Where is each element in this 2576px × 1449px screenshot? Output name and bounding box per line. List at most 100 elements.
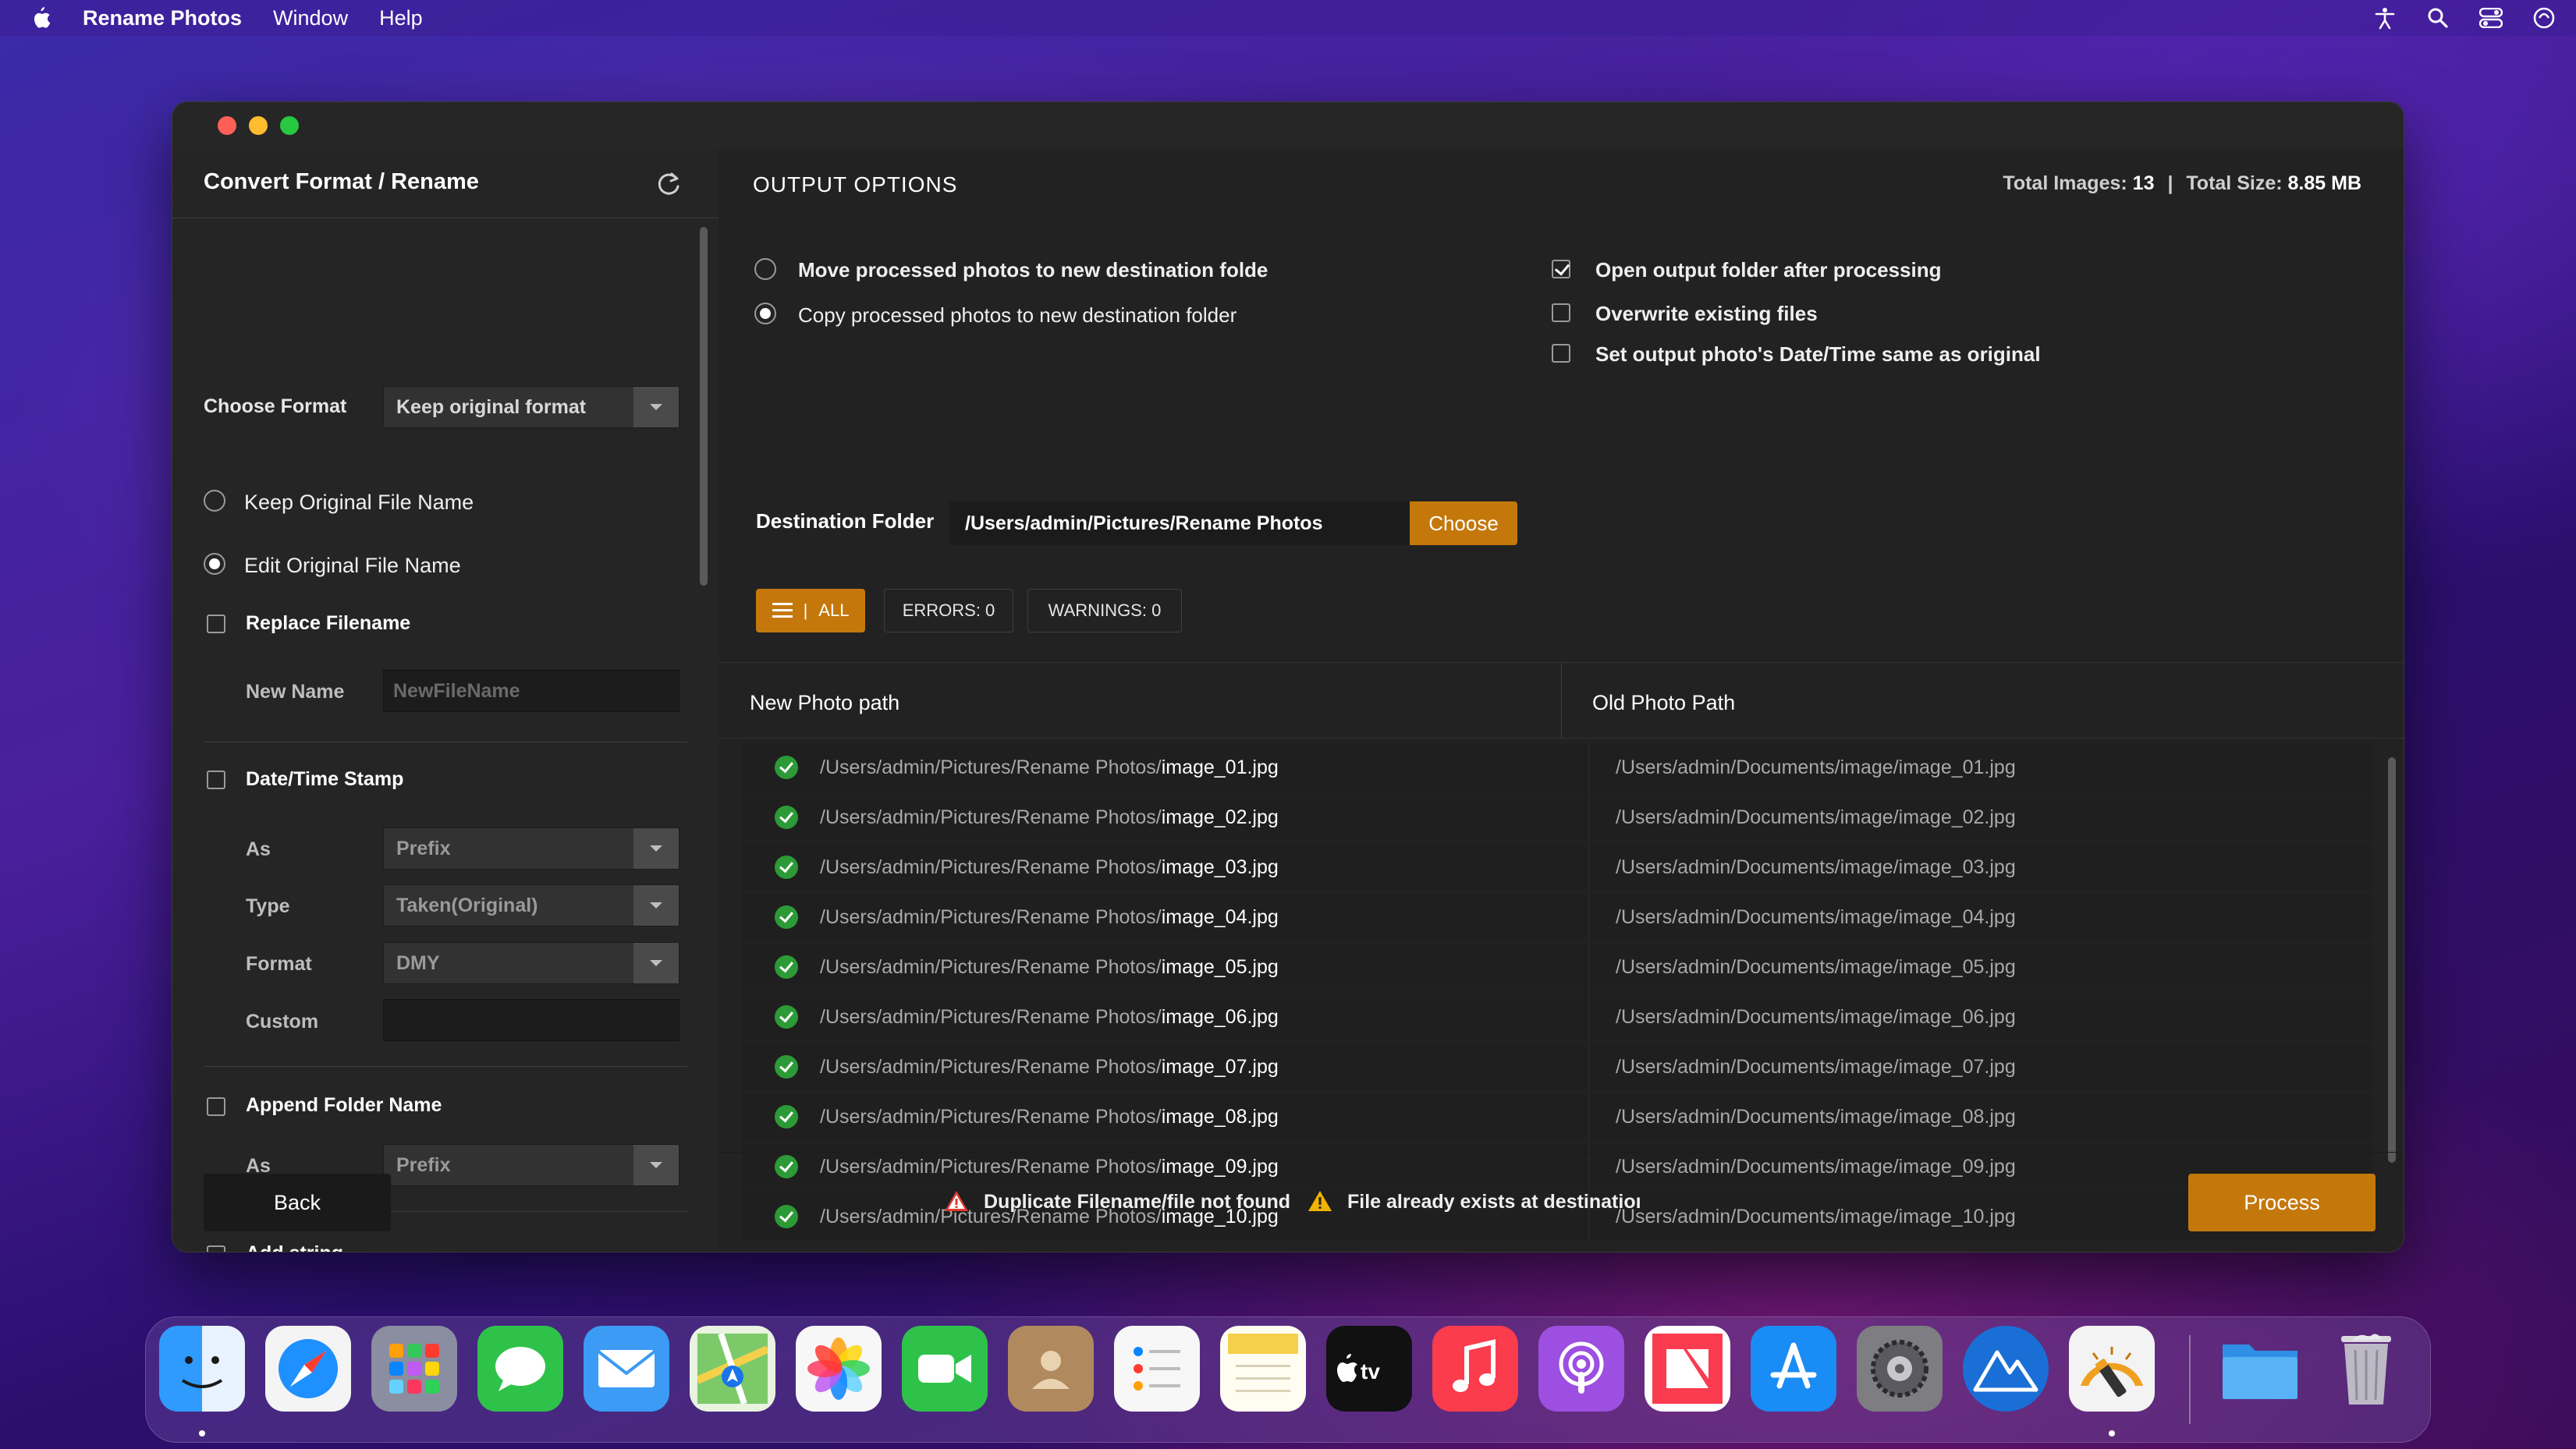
append-folder-checkbox[interactable] [207, 1097, 225, 1116]
table-row[interactable]: /Users/admin/Pictures/Rename Photos/imag… [742, 893, 2372, 941]
svg-text:tv: tv [1361, 1359, 1380, 1383]
new-name-input[interactable]: NewFileName [383, 670, 679, 712]
table-row[interactable]: /Users/admin/Pictures/Rename Photos/imag… [742, 743, 2372, 792]
success-check-icon [775, 1005, 798, 1029]
menu-app-name[interactable]: Rename Photos [83, 6, 242, 30]
datetime-as-label: As [246, 838, 271, 860]
keep-original-label: Keep Original File Name [244, 491, 474, 514]
filter-all-label: ALL [818, 601, 850, 620]
edit-original-radio[interactable] [204, 553, 225, 575]
app-store-icon[interactable] [1751, 1326, 1836, 1412]
table-row[interactable]: /Users/admin/Pictures/Rename Photos/imag… [742, 1143, 2372, 1191]
replace-filename-checkbox[interactable] [207, 615, 225, 633]
trash-icon[interactable] [2323, 1326, 2409, 1412]
sidebar-scrollbar[interactable] [700, 227, 708, 586]
success-check-icon [775, 905, 798, 929]
apple-tv-icon[interactable]: tv [1326, 1326, 1412, 1412]
move-photos-label: Move processed photos to new destination… [798, 258, 1268, 282]
choose-format-select[interactable]: Keep original format [383, 386, 679, 428]
move-photos-radio[interactable] [754, 258, 776, 280]
old-photo-path: /Users/admin/Documents/image/image_09.jp… [1616, 1156, 2016, 1178]
datetime-type-select[interactable]: Taken(Original) [383, 884, 679, 926]
keep-original-radio[interactable] [204, 490, 225, 512]
table-row[interactable]: /Users/admin/Pictures/Rename Photos/imag… [742, 1093, 2372, 1141]
filter-warnings-button[interactable]: WARNINGS: 0 [1027, 589, 1182, 632]
accessibility-icon[interactable] [2372, 5, 2398, 31]
new-photo-path: /Users/admin/Pictures/Rename Photos/imag… [820, 906, 1279, 928]
maps-icon[interactable] [690, 1326, 775, 1412]
table-row[interactable]: /Users/admin/Pictures/Rename Photos/imag… [742, 1043, 2372, 1091]
sidebar: Convert Format / Rename Choose Format Ke… [172, 149, 719, 1252]
success-check-icon [775, 756, 798, 779]
append-as-select[interactable]: Prefix [383, 1144, 679, 1186]
back-button[interactable]: Back [204, 1174, 391, 1231]
datetime-format-label: Format [246, 953, 312, 975]
launchpad-icon[interactable] [371, 1326, 457, 1412]
datetime-type-value: Taken(Original) [396, 894, 538, 916]
open-output-checkbox[interactable] [1552, 260, 1570, 278]
rename-photos-app-icon[interactable] [2069, 1326, 2155, 1412]
menu-help[interactable]: Help [379, 6, 423, 30]
mail-icon[interactable] [584, 1326, 669, 1412]
apple-menu-icon[interactable] [28, 4, 53, 32]
minimize-window-button[interactable] [249, 116, 268, 135]
chevron-down-icon [633, 885, 679, 926]
zoom-window-button[interactable] [280, 116, 299, 135]
sidebar-header: Convert Format / Rename [172, 149, 719, 218]
filter-all-button[interactable]: | ALL [756, 589, 865, 632]
altitude-app-icon[interactable] [1963, 1326, 2049, 1412]
warning-icon [1308, 1191, 1332, 1211]
photos-icon[interactable] [796, 1326, 882, 1412]
add-string-checkbox[interactable] [207, 1245, 225, 1252]
move-photos-label-wrap: Move processed photos to new destination… [798, 258, 1282, 282]
dock-separator [2189, 1335, 2191, 1424]
table-row[interactable]: /Users/admin/Pictures/Rename Photos/imag… [742, 793, 2372, 841]
append-folder-label: Append Folder Name [246, 1094, 442, 1116]
control-center-icon[interactable] [2478, 5, 2504, 31]
news-icon[interactable] [1645, 1326, 1730, 1412]
facetime-icon[interactable] [902, 1326, 988, 1412]
filter-errors-button[interactable]: ERRORS: 0 [884, 589, 1013, 632]
datetime-as-select[interactable]: Prefix [383, 827, 679, 870]
table-row[interactable]: /Users/admin/Pictures/Rename Photos/imag… [742, 843, 2372, 891]
old-photo-path: /Users/admin/Documents/image/image_05.jp… [1616, 956, 2016, 978]
finder-icon[interactable] [159, 1326, 245, 1412]
reminders-icon[interactable] [1114, 1326, 1200, 1412]
datetime-format-select[interactable]: DMY [383, 942, 679, 984]
footer-divider [719, 1152, 2404, 1153]
old-photo-path: /Users/admin/Documents/image/image_02.jp… [1616, 806, 2016, 828]
choose-folder-button[interactable]: Choose [1410, 501, 1517, 545]
col-new-photo-path[interactable]: New Photo path [750, 691, 899, 715]
datetime-stamp-checkbox[interactable] [207, 771, 225, 789]
table-scrollbar[interactable] [2388, 757, 2396, 1163]
messages-icon[interactable] [477, 1326, 563, 1412]
append-as-value: Prefix [396, 1153, 451, 1176]
column-divider[interactable] [1561, 663, 1562, 738]
reset-icon[interactable] [653, 169, 684, 200]
system-preferences-icon[interactable] [1857, 1326, 1943, 1412]
col-old-photo-path[interactable]: Old Photo Path [1592, 691, 1735, 715]
set-datetime-checkbox[interactable] [1552, 344, 1570, 363]
datetime-custom-input[interactable] [383, 999, 679, 1041]
notes-icon[interactable] [1220, 1326, 1306, 1412]
podcasts-icon[interactable] [1538, 1326, 1624, 1412]
copy-photos-radio[interactable] [754, 303, 776, 324]
chevron-down-icon [633, 1145, 679, 1185]
close-window-button[interactable] [218, 116, 236, 135]
downloads-folder-icon[interactable] [2217, 1326, 2303, 1412]
contacts-icon[interactable] [1008, 1326, 1094, 1412]
table-row[interactable]: /Users/admin/Pictures/Rename Photos/imag… [742, 993, 2372, 1041]
destination-folder-input[interactable]: /Users/admin/Pictures/Rename Photos [949, 501, 1410, 545]
safari-icon[interactable] [265, 1326, 351, 1412]
siri-icon[interactable] [2531, 5, 2557, 31]
music-icon[interactable] [1432, 1326, 1518, 1412]
old-photo-path: /Users/admin/Documents/image/image_01.jp… [1616, 756, 2016, 778]
process-button[interactable]: Process [2188, 1174, 2376, 1231]
spotlight-search-icon[interactable] [2425, 5, 2451, 31]
choose-format-value: Keep original format [396, 395, 587, 418]
menu-bar: Rename Photos Window Help [0, 0, 2576, 36]
menu-window[interactable]: Window [273, 6, 348, 30]
set-datetime-label: Set output photo's Date/Time same as ori… [1595, 342, 2041, 366]
table-row[interactable]: /Users/admin/Pictures/Rename Photos/imag… [742, 943, 2372, 991]
overwrite-checkbox[interactable] [1552, 303, 1570, 322]
